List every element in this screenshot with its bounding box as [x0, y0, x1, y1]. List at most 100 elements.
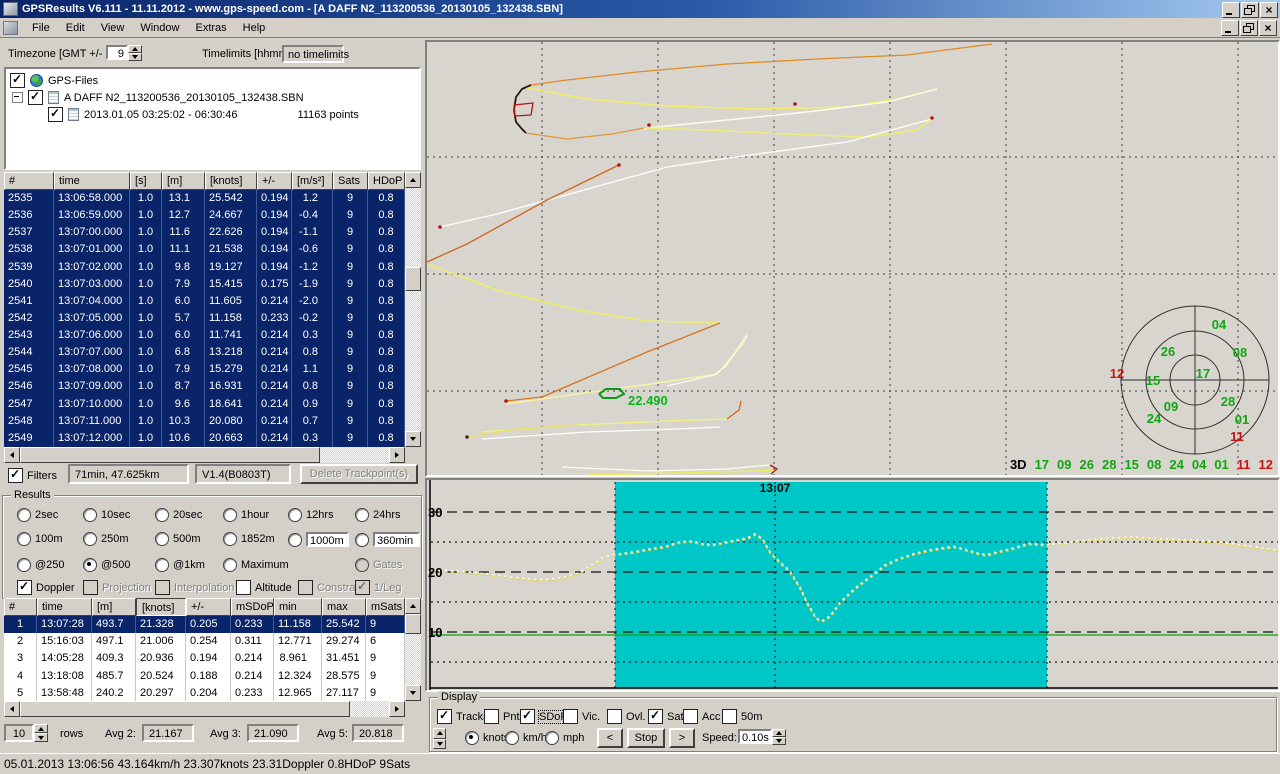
tree-item-root[interactable]: GPS-Files [10, 73, 98, 88]
column-header-4[interactable]: [knots] [205, 172, 257, 190]
table-row[interactable]: 253813:07:01.0001.011.121.5380.194-0.690… [4, 241, 405, 258]
mdi-child-icon[interactable] [3, 21, 18, 35]
checkbox-altitude[interactable]: Altitude [236, 580, 292, 595]
close-button[interactable] [1260, 2, 1278, 18]
value-input[interactable]: 360min [373, 532, 420, 547]
trackpoint-table-hscrollbar[interactable] [4, 447, 405, 463]
column-header-1[interactable]: time [37, 598, 92, 616]
tree-item-session[interactable]: 2013.01.05 03:25:02 - 06:30:46 11163 poi… [48, 107, 359, 122]
radio-20sec[interactable]: 20sec [155, 508, 202, 522]
radio-100m[interactable]: 100m [17, 532, 63, 546]
table-row[interactable]: 253713:07:00.0001.011.622.6260.194-1.190… [4, 224, 405, 241]
table-row[interactable]: 253913:07:02.0001.09.819.1270.194-1.290.… [4, 259, 405, 276]
radio-1000m[interactable]: 1000m [288, 532, 349, 547]
table-row[interactable]: 254613:07:09.0001.08.716.9310.2140.890.8 [4, 378, 405, 395]
checkbox-doppler[interactable]: Doppler [17, 580, 75, 595]
speed-graph-canvas[interactable]: 30201013:07 [427, 480, 1278, 690]
checkbox-vic-[interactable]: Vic. [563, 709, 600, 724]
column-header-0[interactable]: # [4, 172, 54, 190]
column-header-1[interactable]: time [54, 172, 130, 190]
tree-item-file[interactable]: A DAFF N2_113200536_20130105_132438.SBN [12, 90, 304, 105]
column-header-2[interactable]: [m] [92, 598, 136, 616]
restore-button[interactable] [1241, 2, 1259, 18]
step-forward-button[interactable]: > [669, 728, 695, 748]
timezone-stepper[interactable]: 9 [106, 45, 142, 61]
mdi-restore-button[interactable] [1240, 20, 1258, 36]
column-header-7[interactable]: max [322, 598, 366, 616]
column-header-4[interactable]: +/- [186, 598, 231, 616]
table-row[interactable]: 254913:07:12.0001.010.620.6630.2140.390.… [4, 430, 405, 447]
radio-10sec[interactable]: 10sec [83, 508, 130, 522]
checkbox-sdop[interactable]: SDoP [520, 709, 568, 724]
stop-button[interactable]: Stop [627, 728, 665, 748]
column-header-6[interactable]: min [274, 598, 322, 616]
menu-edit[interactable]: Edit [58, 20, 93, 36]
column-header-0[interactable]: # [4, 598, 37, 616]
root-checkbox[interactable] [10, 73, 25, 88]
table-row[interactable]: 254013:07:03.0001.07.915.4150.175-1.990.… [4, 276, 405, 293]
collapse-icon[interactable] [12, 92, 23, 103]
radio--1km[interactable]: @1km [155, 558, 205, 572]
session-checkbox[interactable] [48, 107, 63, 122]
value-input[interactable]: 1000m [306, 532, 349, 547]
title-bar[interactable]: GPSResults V6.111 - 11.11.2012 - www.gps… [0, 0, 1280, 18]
minimize-button[interactable] [1222, 2, 1240, 18]
menu-extras[interactable]: Extras [187, 20, 234, 36]
radio-maximum[interactable]: Maximum [223, 558, 289, 572]
column-header-8[interactable]: mSats [366, 598, 405, 616]
column-header-7[interactable]: Sats [333, 172, 368, 190]
radio-2sec[interactable]: 2sec [17, 508, 58, 522]
track-map-canvas[interactable]: 22.4900426081215170928240111 [427, 42, 1278, 475]
table-row[interactable]: 254313:07:06.0001.06.011.7410.2140.390.8 [4, 327, 405, 344]
menu-file[interactable]: File [24, 20, 58, 36]
radio-knots[interactable]: knots [465, 731, 509, 745]
radio--500[interactable]: @500 [83, 558, 131, 572]
filters-checkbox[interactable]: Filters [8, 468, 57, 483]
delete-trackpoints-button[interactable]: Delete Trackpoint(s) [300, 464, 418, 484]
file-checkbox[interactable] [28, 90, 43, 105]
radio-1852m[interactable]: 1852m [223, 532, 275, 546]
table-row[interactable]: 113:07:28493.721.3280.2050.23311.15825.5… [4, 616, 405, 633]
table-row[interactable]: 254513:07:08.0001.07.915.2790.2141.190.8 [4, 361, 405, 378]
table-row[interactable]: 254813:07:11.0001.010.320.0800.2140.790.… [4, 413, 405, 430]
results-table-hscrollbar[interactable] [4, 701, 405, 717]
menu-help[interactable]: Help [235, 20, 274, 36]
table-row[interactable]: 254113:07:04.0001.06.011.6050.214-2.090.… [4, 293, 405, 310]
column-header-2[interactable]: [s] [130, 172, 162, 190]
column-header-3[interactable]: [m] [162, 172, 205, 190]
radio-360min[interactable]: 360min [355, 532, 420, 547]
table-row[interactable]: 314:05:28409.320.9360.1940.2148.96131.45… [4, 650, 405, 667]
table-row[interactable]: 254413:07:07.0001.06.813.2180.2140.890.8 [4, 344, 405, 361]
checkbox-acc[interactable]: Acc [683, 709, 720, 724]
checkbox-pnts[interactable]: Pnts [484, 709, 525, 724]
radio-250m[interactable]: 250m [83, 532, 129, 546]
trackpoint-table-vscrollbar[interactable] [405, 172, 421, 447]
menu-view[interactable]: View [93, 20, 133, 36]
column-header-8[interactable]: HDoP [368, 172, 405, 190]
radio-km-h[interactable]: km/h [505, 731, 547, 745]
radio-1hour[interactable]: 1hour [223, 508, 269, 522]
table-row[interactable]: 253513:06:58.0001.013.125.5420.1941.290.… [4, 190, 405, 207]
table-row[interactable]: 254713:07:10.0001.09.618.6410.2140.990.8 [4, 396, 405, 413]
checkbox-50m[interactable]: 50m [722, 709, 762, 724]
radio-12hrs[interactable]: 12hrs [288, 508, 334, 522]
radio-500m[interactable]: 500m [155, 532, 201, 546]
table-row[interactable]: 254213:07:05.0001.05.711.1580.233-0.290.… [4, 310, 405, 327]
results-table-vscrollbar[interactable] [405, 598, 421, 701]
menu-window[interactable]: Window [132, 20, 187, 36]
column-header-6[interactable]: [m/s²] [292, 172, 333, 190]
table-row[interactable]: 413:18:08485.720.5240.1880.21412.32428.5… [4, 668, 405, 685]
column-header-3[interactable]: [knots] [136, 598, 186, 616]
table-row[interactable]: 253613:06:59.0001.012.724.6670.194-0.490… [4, 207, 405, 224]
selection-highlight[interactable] [615, 482, 1047, 688]
table-row[interactable]: 513:58:48240.220.2970.2040.23312.96527.1… [4, 685, 405, 702]
column-header-5[interactable]: mSDoP [231, 598, 274, 616]
zoom-stepper[interactable] [433, 728, 446, 749]
radio-24hrs[interactable]: 24hrs [355, 508, 401, 522]
checkbox-ovl-[interactable]: Ovl. [607, 709, 646, 724]
track-map-panel[interactable]: 22.4900426081215170928240111 3D170926281… [425, 40, 1280, 477]
mdi-minimize-button[interactable] [1221, 20, 1239, 36]
speed-stepper[interactable]: 0.10s [738, 729, 786, 745]
column-header-5[interactable]: +/- [257, 172, 292, 190]
speed-graph-panel[interactable]: 30201013:07 [425, 478, 1280, 692]
